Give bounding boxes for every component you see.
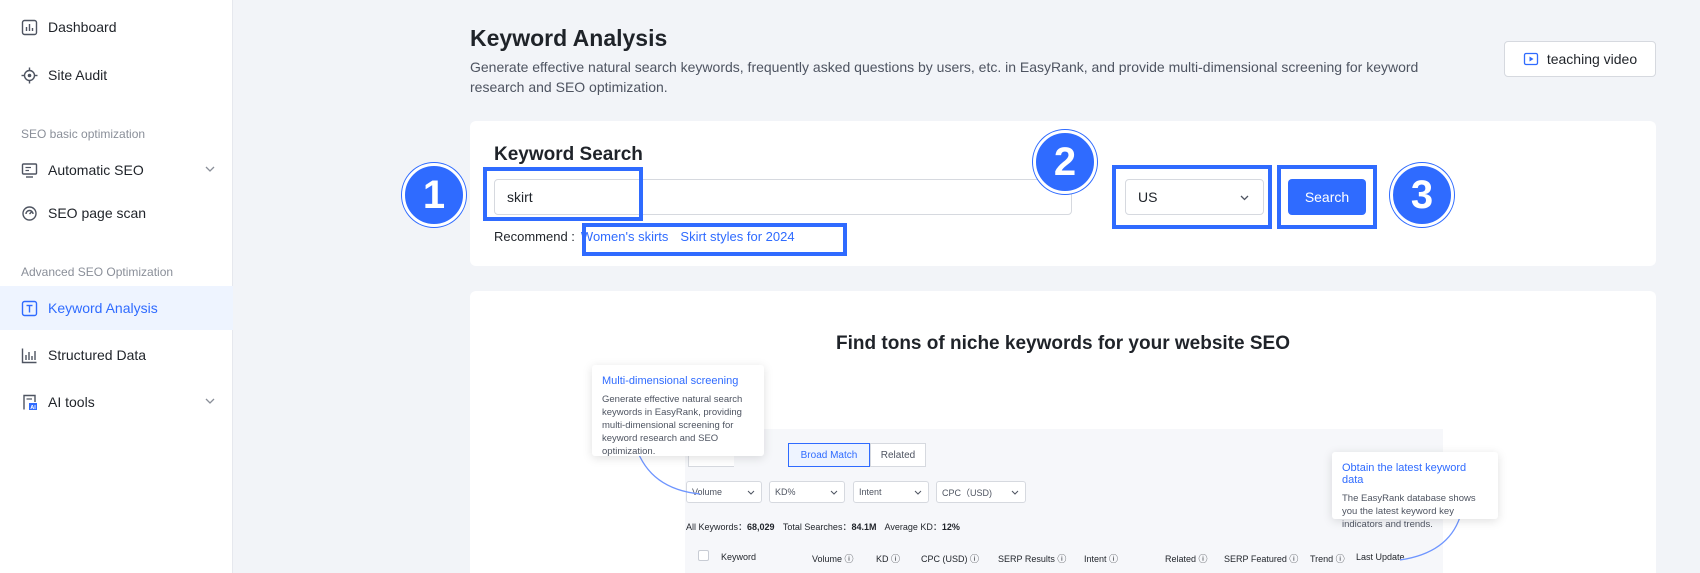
column-header: SERP Featured ⓘ xyxy=(1224,554,1299,564)
tooltip-multi-dimensional: Multi-dimensional screening Generate eff… xyxy=(592,365,764,457)
stat-value: 12% xyxy=(941,522,960,532)
video-play-icon xyxy=(1523,52,1538,66)
filter-kd: KD% xyxy=(769,481,845,503)
filter-label: CPC（USD) xyxy=(942,487,993,498)
chevron-down-icon xyxy=(747,490,755,495)
sidebar-item-label: Site Audit xyxy=(48,67,108,83)
column-header: CPC (USD) ⓘ xyxy=(921,554,979,564)
chevron-down-icon xyxy=(205,398,215,404)
country-value: US xyxy=(1138,189,1158,205)
column-header: KD ⓘ xyxy=(876,554,901,564)
sidebar-item-label: Dashboard xyxy=(48,19,117,35)
sidebar-item-label: AI tools xyxy=(48,394,95,410)
chevron-down-icon xyxy=(205,166,215,172)
monitor-icon xyxy=(21,162,38,179)
tab-related: Related xyxy=(870,443,926,467)
chevron-down-icon xyxy=(914,490,922,495)
sidebar-item-dashboard[interactable]: Dashboard xyxy=(0,5,233,49)
stat-value: 68,029 xyxy=(747,522,775,532)
recommend-link[interactable]: Skirt styles for 2024 xyxy=(680,229,794,244)
tooltip-text: The EasyRank database shows you the late… xyxy=(1342,493,1476,530)
filter-label: KD% xyxy=(775,487,796,497)
column-header: Related ⓘ xyxy=(1165,554,1208,564)
svg-text:AI: AI xyxy=(30,404,36,410)
stat-label: All Keywords： xyxy=(686,522,748,532)
section-label-advanced: Advanced SEO Optimization xyxy=(21,265,174,279)
tab-broad-match: Broad Match xyxy=(788,443,870,467)
step-badge-2: 2 xyxy=(1033,130,1097,194)
keyword-stats: All Keywords：68,029 Total Searches：84.1M… xyxy=(686,520,966,533)
sidebar-item-automatic-seo[interactable]: Automatic SEO xyxy=(0,148,233,192)
sidebar-item-label: Keyword Analysis xyxy=(48,300,158,316)
filter-label: Intent xyxy=(859,487,882,497)
recommend-label: Recommend : xyxy=(494,229,575,244)
step-badge-1: 1 xyxy=(402,163,466,227)
chevron-down-icon xyxy=(1240,195,1249,201)
keyword-icon xyxy=(21,300,38,317)
promo-card: Find tons of niche keywords for your web… xyxy=(470,291,1656,573)
filter-cpc: CPC（USD) xyxy=(936,481,1026,503)
keyword-search-title: Keyword Search xyxy=(494,144,643,165)
column-header: Volume ⓘ xyxy=(812,554,854,564)
tooltip-title: Obtain the latest keyword data xyxy=(1342,462,1467,486)
scan-icon xyxy=(21,205,38,222)
recommend-link[interactable]: Women's skirts xyxy=(581,229,668,244)
teaching-video-button[interactable]: teaching video xyxy=(1504,41,1656,77)
sidebar-item-label: SEO page scan xyxy=(48,205,147,221)
filter-intent: Intent xyxy=(853,481,929,503)
page-description: Generate effective natural search keywor… xyxy=(470,59,1419,95)
filter-volume: Volume xyxy=(686,481,762,503)
section-label-basic: SEO basic optimization xyxy=(21,127,146,141)
teaching-video-label: teaching video xyxy=(1546,51,1638,67)
tooltip-text: Generate effective natural search keywor… xyxy=(602,394,743,457)
page-title: Keyword Analysis xyxy=(470,25,668,51)
column-header: Last Update xyxy=(1356,552,1405,562)
keyword-input[interactable] xyxy=(494,179,1072,215)
sidebar-item-label: Automatic SEO xyxy=(48,162,144,178)
stat-label: Average KD： xyxy=(884,522,942,532)
chevron-down-icon xyxy=(1011,490,1019,495)
sidebar-item-label: Structured Data xyxy=(48,347,147,363)
target-icon xyxy=(21,67,38,84)
chart-icon xyxy=(21,347,38,364)
sidebar-item-ai-tools[interactable]: AI AI tools xyxy=(0,380,233,424)
column-header: Intent ⓘ xyxy=(1084,554,1119,564)
chevron-down-icon xyxy=(830,490,838,495)
sidebar-item-site-audit[interactable]: Site Audit xyxy=(0,53,233,97)
filter-label: Volume xyxy=(692,487,723,497)
column-header: Keyword xyxy=(721,552,757,562)
sidebar-item-seo-page-scan[interactable]: SEO page scan xyxy=(0,191,233,235)
dashboard-icon xyxy=(21,19,38,36)
country-select[interactable]: US xyxy=(1125,179,1264,215)
stat-label: Total Searches： xyxy=(782,522,852,532)
sidebar-item-keyword-analysis[interactable]: Keyword Analysis xyxy=(0,286,233,330)
column-header: SERP Results ⓘ xyxy=(998,554,1067,564)
sidebar: Dashboard Site Audit SEO basic optimizat… xyxy=(0,0,233,573)
stat-value: 84.1M xyxy=(851,522,877,532)
recommend-row: Recommend : Women's skirts Skirt styles … xyxy=(494,229,807,244)
step-badge-3: 3 xyxy=(1390,163,1454,227)
ai-icon: AI xyxy=(21,394,38,411)
promo-title: Find tons of niche keywords for your web… xyxy=(836,333,1290,354)
column-header: Trend ⓘ xyxy=(1310,554,1345,564)
sidebar-item-structured-data[interactable]: Structured Data xyxy=(0,333,233,377)
tooltip-title: Multi-dimensional screening xyxy=(602,375,739,387)
tooltip-latest-data: Obtain the latest keyword data The EasyR… xyxy=(1332,452,1498,530)
search-button[interactable]: Search xyxy=(1288,179,1366,215)
select-all-checkbox xyxy=(698,550,709,561)
